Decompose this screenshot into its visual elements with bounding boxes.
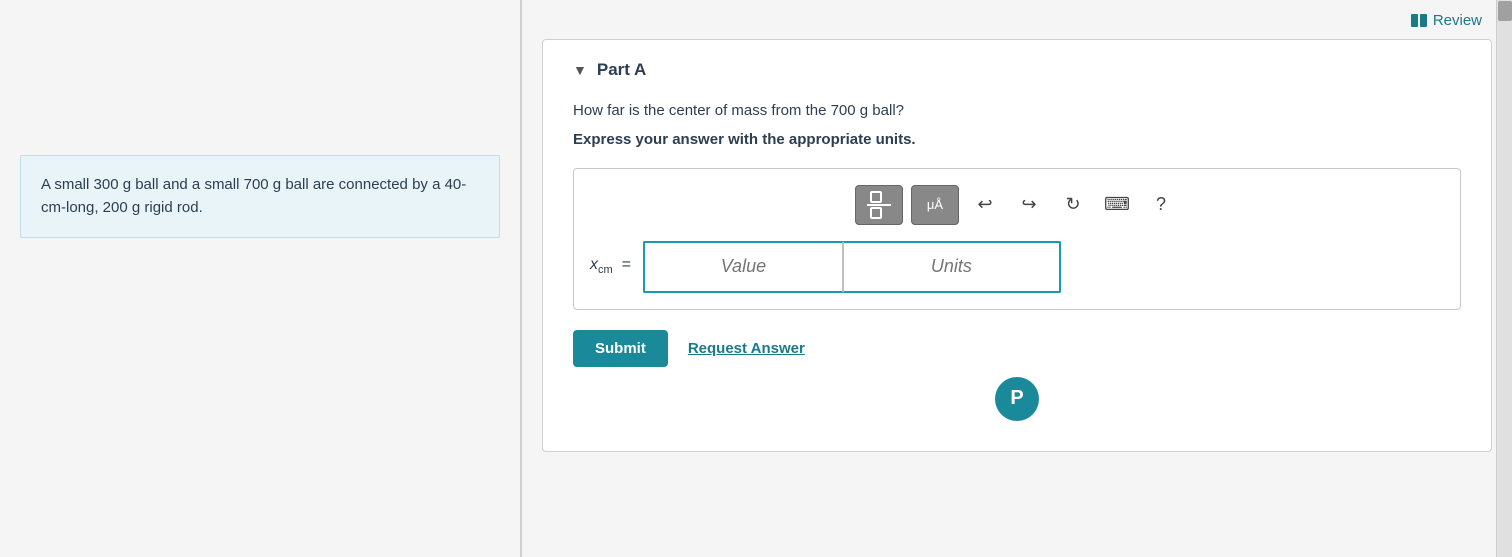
scrollbar-track[interactable] <box>1496 0 1512 557</box>
input-row: xcm = <box>590 241 1444 293</box>
left-panel: A small 300 g ball and a small 700 g bal… <box>0 0 520 557</box>
hint-icon-letter: P <box>1010 387 1023 410</box>
help-button[interactable]: ? <box>1143 187 1179 223</box>
units-input[interactable] <box>843 241 1061 293</box>
undo-icon: ↩ <box>977 194 992 215</box>
right-panel: Review ▼ Part A How far is the center of… <box>522 0 1512 557</box>
toolbar: μÅ ↩ ↪ ↻ ⌨ <box>590 185 1444 225</box>
part-a-label: Part A <box>597 60 646 80</box>
help-icon: ? <box>1156 194 1166 215</box>
action-row: Submit Request Answer <box>573 330 1461 367</box>
question-text: How far is the center of mass from the 7… <box>573 100 1461 123</box>
content-card: ▼ Part A How far is the center of mass f… <box>542 39 1492 452</box>
units-button[interactable]: μÅ <box>911 185 959 225</box>
keyboard-button[interactable]: ⌨ <box>1099 187 1135 223</box>
request-answer-button[interactable]: Request Answer <box>688 340 805 357</box>
review-icon-bar1 <box>1411 14 1418 27</box>
review-area: Review <box>522 0 1512 39</box>
reset-button[interactable]: ↻ <box>1055 187 1091 223</box>
problem-text: A small 300 g ball and a small 700 g bal… <box>41 176 466 216</box>
question-instruction: Express your answer with the appropriate… <box>573 131 1461 148</box>
submit-button[interactable]: Submit <box>573 330 668 367</box>
undo-button[interactable]: ↩ <box>967 187 1003 223</box>
units-btn-label: μÅ <box>927 197 943 212</box>
review-icon-bar2 <box>1420 14 1427 27</box>
request-answer-label: Request Answer <box>688 340 805 357</box>
scrollbar-thumb[interactable] <box>1498 1 1512 21</box>
input-label: xcm = <box>590 256 631 276</box>
review-label: Review <box>1433 12 1482 29</box>
submit-label: Submit <box>595 340 646 357</box>
fraction-icon <box>863 188 895 222</box>
value-input[interactable] <box>643 241 843 293</box>
review-link[interactable]: Review <box>1411 12 1482 29</box>
bottom-hint: P <box>573 377 1461 421</box>
review-icon <box>1411 14 1427 27</box>
hint-icon[interactable]: P <box>995 377 1039 421</box>
problem-box: A small 300 g ball and a small 700 g bal… <box>20 155 500 238</box>
input-subscript: cm <box>598 265 613 277</box>
fraction-button[interactable] <box>855 185 903 225</box>
redo-button[interactable]: ↪ <box>1011 187 1047 223</box>
refresh-icon: ↻ <box>1065 194 1080 215</box>
answer-container: μÅ ↩ ↪ ↻ ⌨ <box>573 168 1461 310</box>
redo-icon: ↪ <box>1021 194 1036 215</box>
collapse-arrow-icon[interactable]: ▼ <box>573 62 587 78</box>
keyboard-icon: ⌨ <box>1104 194 1130 215</box>
part-header: ▼ Part A <box>573 60 1461 80</box>
